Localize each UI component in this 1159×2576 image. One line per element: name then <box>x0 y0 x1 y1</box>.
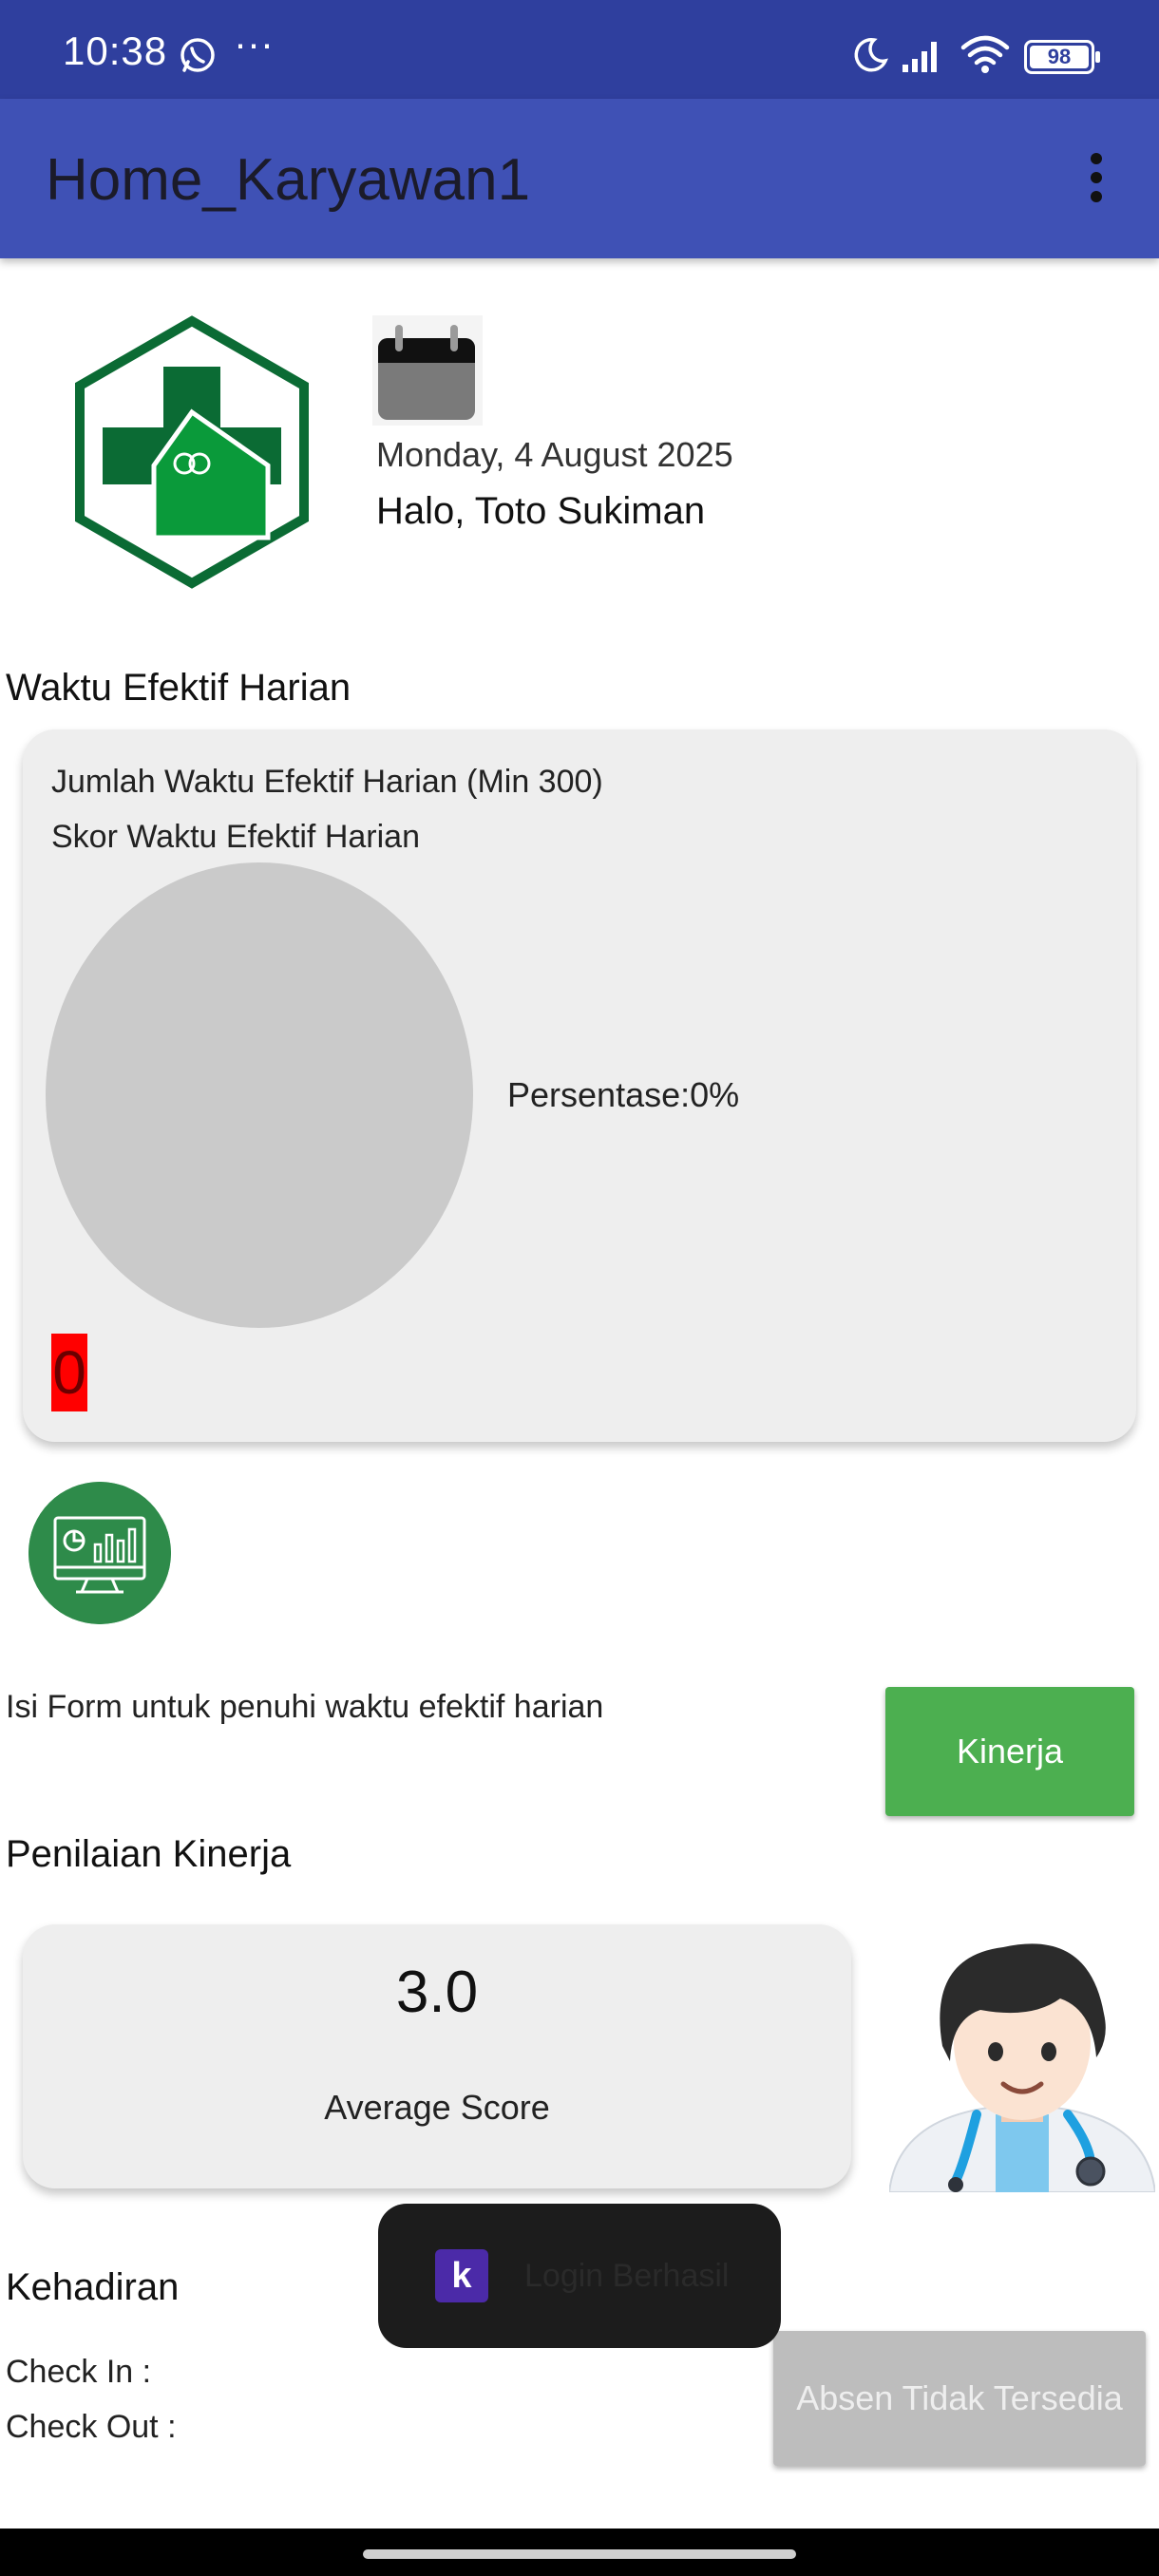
jumlah-waktu-label: Jumlah Waktu Efektif Harian (Min 300) <box>51 764 603 800</box>
wifi-icon <box>960 35 1010 73</box>
current-date: Monday, 4 August 2025 <box>376 435 733 474</box>
section-title-kehadiran: Kehadiran <box>6 2266 180 2308</box>
do-not-disturb-moon-icon <box>854 38 888 72</box>
status-bar: 10:38 ··· 98 <box>0 0 1159 99</box>
check-in-label: Check In : <box>6 2354 152 2390</box>
absen-button[interactable]: Absen Tidak Tersedia <box>773 2331 1146 2466</box>
average-score-card: 3.0 Average Score <box>23 1924 851 2188</box>
effective-time-count: 0 <box>51 1334 87 1411</box>
calendar-icon <box>372 315 483 426</box>
doctor-avatar-icon <box>889 1943 1155 2192</box>
effective-time-pie-chart <box>46 862 473 1328</box>
status-more-icon: ··· <box>234 21 274 66</box>
health-logo <box>75 315 309 589</box>
persentase-text: Persentase:0% <box>507 1075 740 1114</box>
check-out-label: Check Out : <box>6 2409 177 2445</box>
greeting-text: Halo, Toto Sukiman <box>376 490 706 532</box>
section-title-penilaian-kinerja: Penilaian Kinerja <box>6 1833 292 1875</box>
login-toast: k Login Berhasil <box>378 2204 781 2348</box>
app-logo-icon: k <box>435 2249 488 2302</box>
waktu-efektif-card: Jumlah Waktu Efektif Harian (Min 300) Sk… <box>23 729 1136 1442</box>
toast-message: Login Berhasil <box>524 2257 730 2294</box>
skor-waktu-label: Skor Waktu Efektif Harian <box>51 819 420 855</box>
battery-icon: 98 <box>1024 40 1100 74</box>
monitor-chart-icon[interactable] <box>28 1482 171 1624</box>
status-time: 10:38 <box>63 28 168 73</box>
home-gesture-handle[interactable] <box>363 2549 796 2559</box>
battery-level: 98 <box>1047 45 1072 68</box>
whatsapp-icon <box>180 38 215 72</box>
average-score-label: Average Score <box>324 2088 550 2127</box>
form-prompt-text: Isi Form untuk penuhi waktu efektif hari… <box>6 1689 604 1725</box>
kinerja-button[interactable]: Kinerja <box>885 1687 1134 1816</box>
signal-icon <box>902 42 937 72</box>
overflow-menu-icon[interactable] <box>1074 148 1119 209</box>
average-score-value: 3.0 <box>395 1960 479 2025</box>
section-title-waktu-efektif: Waktu Efektif Harian <box>6 667 352 709</box>
app-bar: Home_Karyawan1 <box>0 99 1159 258</box>
app-title: Home_Karyawan1 <box>46 147 531 213</box>
